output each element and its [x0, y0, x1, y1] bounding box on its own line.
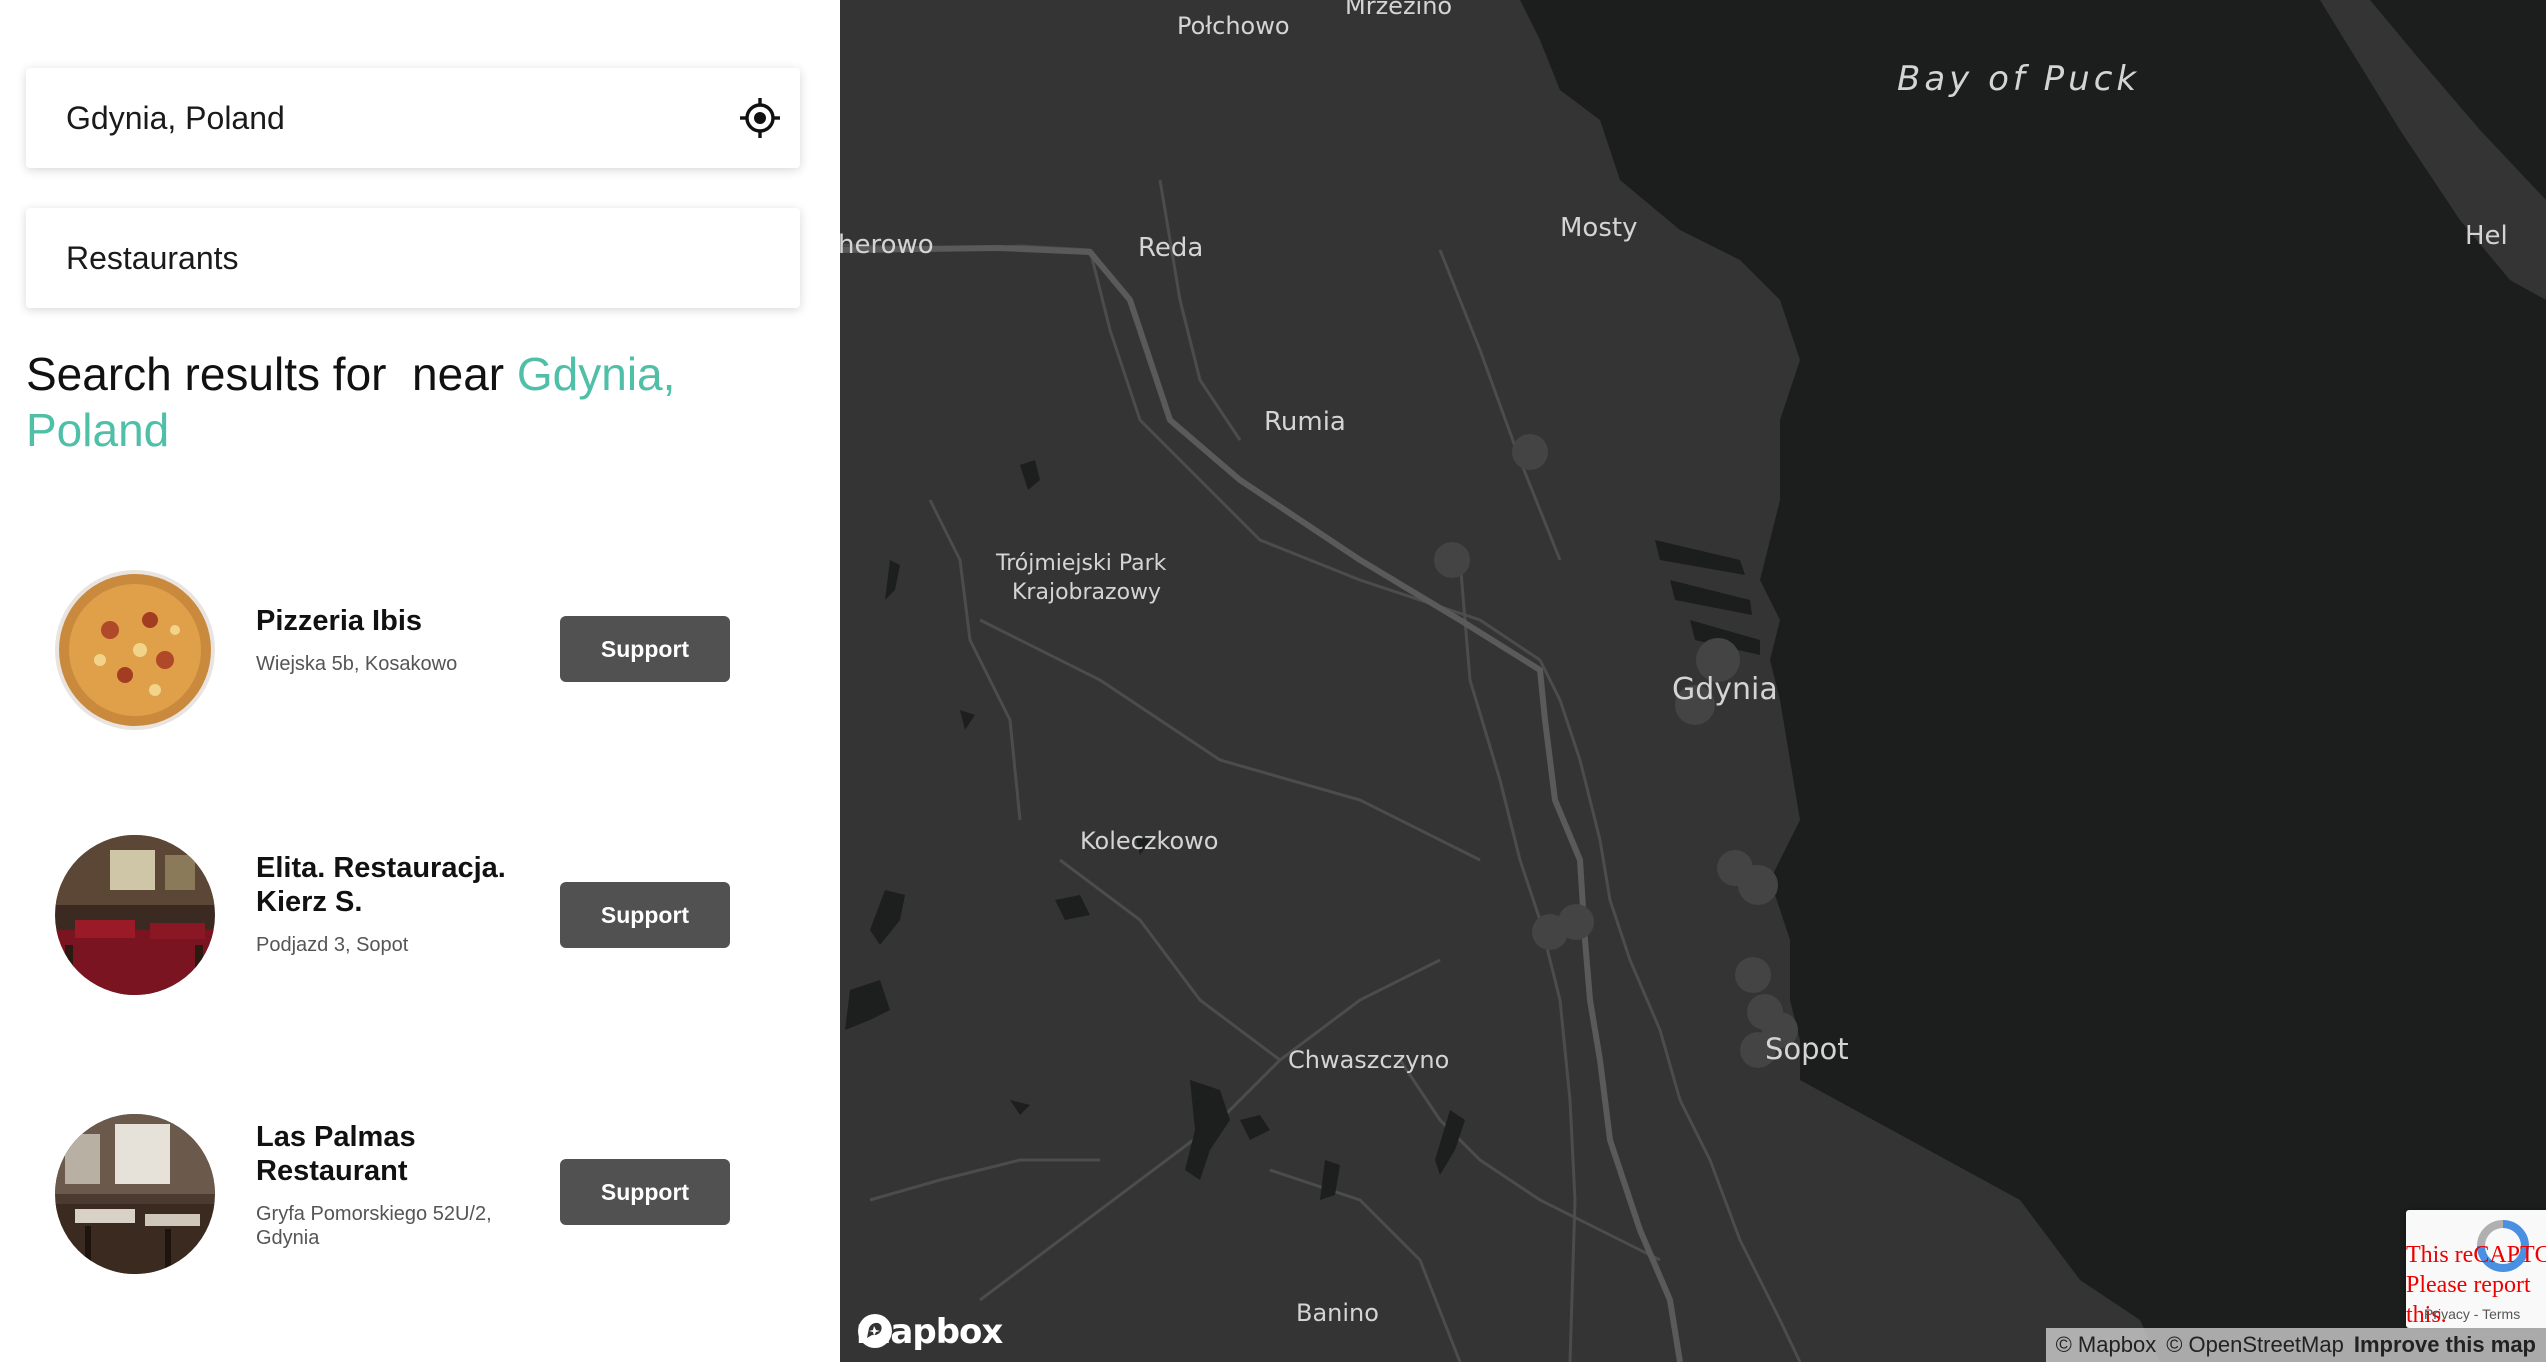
recaptcha-error-line-2: Please report: [2406, 1272, 2531, 1298]
result-thumbnail: [55, 1114, 215, 1274]
port-piers: [1655, 540, 1760, 655]
place-markers[interactable]: [1434, 434, 1798, 1068]
map-label-park-1: Trójmiejski Park: [995, 551, 1167, 576]
map-canvas[interactable]: Połchowo Mrzezino Bay of Puck herowo Red…: [840, 0, 2546, 1362]
results-heading-prefix: Search results for near: [26, 348, 517, 400]
map-attribution: © Mapbox © OpenStreetMap Improve this ma…: [2045, 1328, 2546, 1362]
location-input[interactable]: [66, 99, 666, 137]
result-thumbnail: [55, 835, 215, 995]
map-label-banino: Banino: [1296, 1299, 1379, 1327]
result-item[interactable]: Pizzeria Ibis Wiejska 5b, Kosakowo Suppo…: [55, 570, 815, 730]
category-search-field[interactable]: [26, 208, 800, 308]
result-name[interactable]: Las Palmas Restaurant: [256, 1120, 536, 1188]
category-input[interactable]: [66, 239, 666, 277]
result-name[interactable]: Pizzeria Ibis: [256, 604, 536, 638]
result-address: Wiejska 5b, Kosakowo: [256, 653, 458, 675]
map-label-sopot: Sopot: [1765, 1032, 1849, 1066]
main-road: [840, 244, 1683, 1362]
recaptcha-error-line-1: This reCAPTCHA: [2406, 1242, 2546, 1268]
map-label-hel: Hel: [2465, 221, 2508, 251]
map-label-rumia: Rumia: [1264, 407, 1346, 437]
support-button[interactable]: Support: [560, 1159, 730, 1225]
result-item[interactable]: Las Palmas Restaurant Gryfa Pomorskiego …: [55, 1114, 815, 1274]
map-label-polchowo: Połchowo: [1177, 12, 1290, 40]
support-button[interactable]: Support: [560, 616, 730, 682]
result-address: Podjazd 3, Sopot: [256, 934, 409, 956]
roads: [840, 179, 1802, 1362]
support-button[interactable]: Support: [560, 882, 730, 948]
result-item[interactable]: Elita. Restauracja. Kierz S. Podjazd 3, …: [55, 835, 815, 995]
attribution-mapbox-link[interactable]: © Mapbox: [2056, 1332, 2157, 1358]
location-search-field[interactable]: [26, 68, 800, 168]
map-label-gdynia: Gdynia: [1672, 672, 1778, 707]
map-label-chwaszczyno: Chwaszczyno: [1288, 1046, 1449, 1074]
result-thumbnail: [55, 570, 215, 730]
attribution-osm-link[interactable]: © OpenStreetMap: [2166, 1332, 2344, 1358]
map-label-mrzezino: Mrzezino: [1345, 0, 1452, 20]
map-label-mosty: Mosty: [1560, 213, 1637, 243]
recaptcha-badge[interactable]: This reCAPTCHA Please report this. Priva…: [2406, 1210, 2546, 1328]
map-label-koleczkowo: Koleczkowo: [1080, 827, 1219, 855]
mapbox-logo[interactable]: mapbox: [856, 1312, 1003, 1352]
map-label-reda: Reda: [1138, 233, 1203, 263]
locate-me-icon[interactable]: [738, 96, 782, 140]
result-address: Gryfa Pomorskiego 52U/2, Gdynia: [256, 1203, 492, 1249]
improve-map-link[interactable]: Improve this map: [2354, 1332, 2536, 1358]
mapbox-logo-icon: [858, 1314, 892, 1348]
map[interactable]: Połchowo Mrzezino Bay of Puck herowo Red…: [840, 0, 2546, 1362]
map-label-bay: Bay of Puck: [1897, 59, 2140, 99]
sidebar: Search results for near Gdynia, Poland P…: [0, 0, 840, 1362]
map-label-wejherowo: herowo: [840, 230, 934, 260]
recaptcha-privacy-terms[interactable]: Privacy - Terms: [2424, 1306, 2520, 1322]
map-label-park-2: Krajobrazowy: [1012, 580, 1161, 605]
result-name[interactable]: Elita. Restauracja. Kierz S.: [256, 851, 536, 919]
results-heading: Search results for near Gdynia, Poland: [26, 346, 766, 458]
